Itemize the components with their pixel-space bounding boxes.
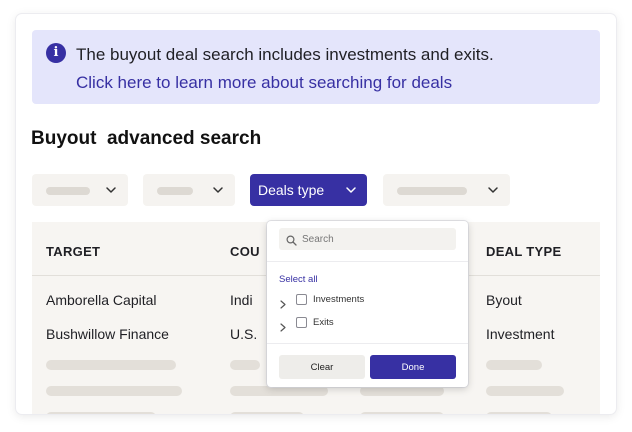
chevron-down-icon: [104, 183, 118, 197]
banner-message: The buyout deal search includes investme…: [76, 45, 494, 64]
skeleton-cell: [486, 386, 564, 396]
skeleton-cell: [486, 412, 552, 414]
select-all-link[interactable]: Select all: [279, 274, 318, 285]
option-label: Exits: [313, 317, 334, 328]
filter-dropdown-1[interactable]: [32, 174, 128, 206]
deals-type-dropdown: Select all Investments Exits Clear Done: [267, 221, 468, 387]
chevron-down-icon: [344, 183, 358, 197]
skeleton-cell: [230, 360, 260, 370]
chevron-right-icon[interactable]: [279, 296, 287, 314]
skeleton-cell: [230, 412, 304, 414]
skeleton-cell: [230, 386, 328, 396]
investments-checkbox[interactable]: [296, 294, 307, 305]
info-banner: i The buyout deal search includes invest…: [32, 30, 600, 104]
skeleton-cell: [46, 386, 182, 396]
filter-placeholder: [157, 187, 193, 195]
exits-checkbox[interactable]: [296, 317, 307, 328]
cell-target[interactable]: Amborella Capital: [46, 292, 157, 308]
column-header-deal-type[interactable]: DEAL TYPE: [486, 244, 561, 259]
deals-type-filter[interactable]: Deals type: [250, 174, 367, 206]
page-title: Buyout advanced search: [31, 128, 262, 149]
done-button[interactable]: Done: [370, 355, 456, 379]
cell-country: U.S.: [230, 326, 258, 342]
filter-placeholder: [397, 187, 467, 195]
skeleton-cell: [46, 412, 156, 414]
chevron-down-icon: [486, 183, 500, 197]
search-icon: [286, 233, 297, 251]
dropdown-search-input[interactable]: [302, 231, 452, 247]
column-header-country[interactable]: COU: [230, 244, 260, 259]
dropdown-search-box: [279, 228, 456, 250]
skeleton-cell: [46, 360, 176, 370]
deals-type-label: Deals type: [258, 182, 325, 198]
cell-country: Indi: [230, 292, 253, 308]
info-icon: i: [46, 43, 66, 63]
skeleton-cell: [360, 386, 444, 396]
advanced-search-card: i The buyout deal search includes invest…: [16, 14, 616, 414]
option-investments[interactable]: Investments: [279, 293, 459, 309]
clear-button[interactable]: Clear: [279, 355, 365, 379]
filter-dropdown-2[interactable]: [143, 174, 235, 206]
column-header-target[interactable]: TARGET: [46, 244, 100, 259]
skeleton-cell: [360, 412, 444, 414]
option-label: Investments: [313, 294, 365, 305]
filter-dropdown-4[interactable]: [383, 174, 510, 206]
cell-deal-type: Byout: [486, 292, 522, 308]
learn-more-link[interactable]: Click here to learn more about searching…: [76, 73, 452, 93]
chevron-down-icon: [211, 183, 225, 197]
skeleton-cell: [486, 360, 542, 370]
filter-placeholder: [46, 187, 90, 195]
cell-deal-type: Investment: [486, 326, 555, 342]
dropdown-divider: [267, 261, 468, 262]
chevron-right-icon[interactable]: [279, 319, 287, 337]
dropdown-divider: [267, 343, 468, 344]
option-exits[interactable]: Exits: [279, 316, 459, 332]
cell-target[interactable]: Bushwillow Finance: [46, 326, 169, 342]
